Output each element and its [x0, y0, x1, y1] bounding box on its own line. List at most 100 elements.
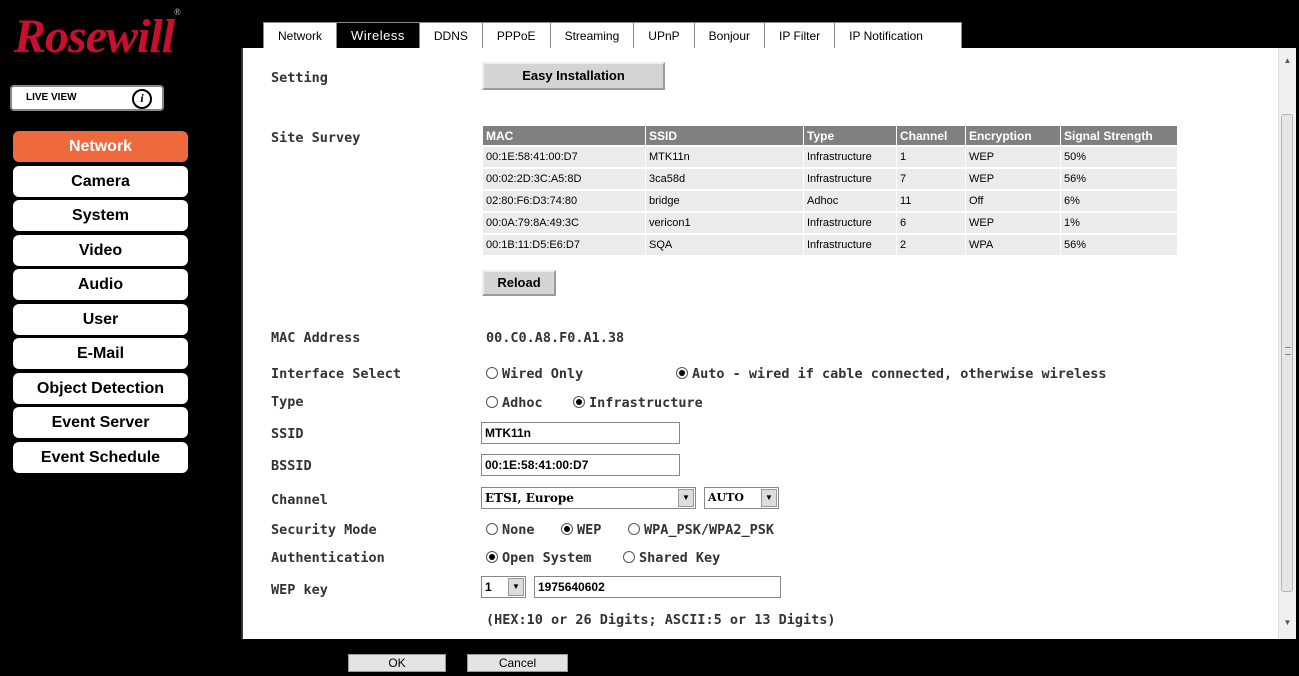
- table-row[interactable]: 02:80:F6:D3:74:80 bridge Adhoc 11 Off 6%: [483, 191, 1177, 211]
- sidebar-item-video[interactable]: Video: [13, 234, 188, 266]
- tab-wireless[interactable]: Wireless: [336, 22, 420, 48]
- type-adhoc-radio[interactable]: Adhoc: [486, 395, 543, 411]
- interface-wired-only-radio[interactable]: Wired Only: [486, 366, 583, 382]
- cell-channel: 6: [897, 213, 965, 233]
- radio-icon: [486, 396, 498, 408]
- type-infrastructure-radio[interactable]: Infrastructure: [573, 395, 703, 411]
- cell-encryption: WPA: [966, 235, 1060, 255]
- ok-button[interactable]: OK: [348, 654, 446, 672]
- tab-ip-notification[interactable]: IP Notification: [834, 22, 962, 48]
- ssid-label: SSID: [271, 426, 304, 442]
- radio-icon: [628, 523, 640, 535]
- column-header-mac: MAC: [483, 126, 645, 145]
- cancel-button[interactable]: Cancel: [467, 654, 568, 672]
- wep-key-index-select[interactable]: 1 ▼: [481, 576, 526, 598]
- scroll-up-icon[interactable]: ▲: [1279, 52, 1296, 69]
- channel-number-select[interactable]: AUTO ▼: [704, 487, 779, 509]
- sidebar-item-camera[interactable]: Camera: [13, 165, 188, 197]
- cell-encryption: Off: [966, 191, 1060, 211]
- tab-streaming[interactable]: Streaming: [549, 22, 635, 48]
- radio-checked-icon: [676, 367, 688, 379]
- sidebar-item-email[interactable]: E-Mail: [13, 338, 188, 369]
- tab-pppoe[interactable]: PPPoE: [481, 22, 551, 48]
- security-mode-label: Security Mode: [271, 522, 377, 538]
- sidebar-item-system[interactable]: System: [13, 200, 188, 231]
- cell-encryption: WEP: [966, 169, 1060, 189]
- cell-ssid: 3ca58d: [646, 169, 803, 189]
- sidebar-item-user[interactable]: User: [13, 303, 188, 335]
- table-row[interactable]: 00:1B:11:D5:E6:D7 SQA Infrastructure 2 W…: [483, 235, 1177, 255]
- column-header-channel: Channel: [897, 126, 965, 145]
- radio-icon: [623, 551, 635, 563]
- scrollbar-thumb[interactable]: [1281, 114, 1293, 592]
- column-header-signal-strength: Signal Strength: [1061, 126, 1177, 145]
- cell-type: Infrastructure: [804, 169, 896, 189]
- sidebar: Network Camera System Video Audio User E…: [13, 131, 188, 476]
- wep-key-input[interactable]: 1975640602: [534, 576, 781, 598]
- cell-mac: 00:02:2D:3C:A5:8D: [483, 169, 645, 189]
- cell-type: Adhoc: [804, 191, 896, 211]
- cell-signal-strength: 56%: [1061, 169, 1177, 189]
- cell-mac: 00:1B:11:D5:E6:D7: [483, 235, 645, 255]
- info-icon: i: [132, 89, 152, 109]
- vertical-scrollbar[interactable]: ▲ ▼: [1278, 48, 1296, 639]
- cell-encryption: WEP: [966, 147, 1060, 167]
- rosewill-logo: Rosewill®: [14, 7, 181, 63]
- cell-channel: 1: [897, 147, 965, 167]
- scroll-down-icon[interactable]: ▼: [1279, 614, 1296, 631]
- radio-icon: [486, 523, 498, 535]
- mac-address-value: 00.C0.A8.F0.A1.38: [486, 330, 625, 346]
- live-view-label: LIVE VIEW: [26, 92, 77, 103]
- tab-bar: Network Wireless DDNS PPPoE Streaming UP…: [263, 22, 962, 48]
- cell-mac: 00:1E:58:41:00:D7: [483, 147, 645, 167]
- ssid-input[interactable]: MTK11n: [481, 422, 680, 444]
- cell-type: Infrastructure: [804, 213, 896, 233]
- tab-upnp[interactable]: UPnP: [633, 22, 695, 48]
- bssid-input[interactable]: 00:1E:58:41:00:D7: [481, 454, 680, 476]
- chevron-down-icon: ▼: [678, 489, 694, 507]
- cell-mac: 00:0A:79:8A:49:3C: [483, 213, 645, 233]
- type-label: Type: [271, 394, 304, 410]
- sidebar-item-event-schedule[interactable]: Event Schedule: [13, 441, 188, 473]
- cell-ssid: vericon1: [646, 213, 803, 233]
- bssid-label: BSSID: [271, 458, 312, 474]
- auth-shared-key-radio[interactable]: Shared Key: [623, 550, 720, 566]
- security-wep-radio[interactable]: WEP: [561, 522, 601, 538]
- column-header-ssid: SSID: [646, 126, 803, 145]
- column-header-encryption: Encryption: [966, 126, 1060, 145]
- tab-bonjour[interactable]: Bonjour: [693, 22, 766, 48]
- security-none-radio[interactable]: None: [486, 522, 535, 538]
- site-survey-label: Site Survey: [271, 130, 361, 146]
- cell-mac: 02:80:F6:D3:74:80: [483, 191, 645, 211]
- sidebar-item-object-detection[interactable]: Object Detection: [13, 372, 188, 404]
- reload-button[interactable]: Reload: [482, 270, 556, 296]
- live-view-button[interactable]: LIVE VIEW i: [10, 85, 164, 111]
- sidebar-item-audio[interactable]: Audio: [13, 269, 188, 300]
- channel-region-select[interactable]: ETSI, Europe ▼: [481, 487, 696, 509]
- table-row[interactable]: 00:0A:79:8A:49:3C vericon1 Infrastructur…: [483, 213, 1177, 233]
- grip-icon: [1285, 347, 1291, 355]
- security-wpa-radio[interactable]: WPA_PSK/WPA2_PSK: [628, 522, 774, 538]
- cell-ssid: MTK11n: [646, 147, 803, 167]
- radio-checked-icon: [573, 396, 585, 408]
- auth-open-system-radio[interactable]: Open System: [486, 550, 591, 566]
- cell-channel: 7: [897, 169, 965, 189]
- cell-signal-strength: 1%: [1061, 213, 1177, 233]
- table-row[interactable]: 00:02:2D:3C:A5:8D 3ca58d Infrastructure …: [483, 169, 1177, 189]
- tab-ddns[interactable]: DDNS: [418, 22, 483, 48]
- sidebar-item-network[interactable]: Network: [13, 131, 188, 162]
- table-row[interactable]: 00:1E:58:41:00:D7 MTK11n Infrastructure …: [483, 147, 1177, 167]
- tab-network[interactable]: Network: [263, 22, 338, 48]
- cell-ssid: SQA: [646, 235, 803, 255]
- tab-ip-filter[interactable]: IP Filter: [764, 22, 836, 48]
- radio-checked-icon: [486, 551, 498, 563]
- cell-encryption: WEP: [966, 213, 1060, 233]
- interface-select-label: Interface Select: [271, 366, 402, 382]
- easy-installation-button[interactable]: Easy Installation: [482, 62, 665, 90]
- sidebar-item-event-server[interactable]: Event Server: [13, 407, 188, 438]
- cell-channel: 11: [897, 191, 965, 211]
- cell-channel: 2: [897, 235, 965, 255]
- chevron-down-icon: ▼: [761, 489, 777, 507]
- interface-auto-radio[interactable]: Auto - wired if cable connected, otherwi…: [676, 366, 1107, 382]
- cell-signal-strength: 50%: [1061, 147, 1177, 167]
